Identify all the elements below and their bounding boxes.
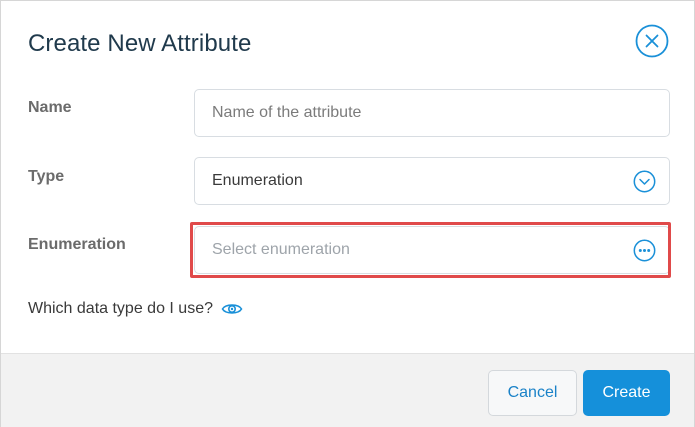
eye-icon[interactable] (221, 301, 243, 317)
name-field[interactable] (194, 89, 670, 137)
more-options-icon[interactable] (633, 239, 656, 262)
enumeration-field[interactable] (194, 226, 670, 274)
enumeration-label: Enumeration (28, 236, 126, 253)
dialog-header: Create New Attribute (1, 1, 694, 83)
close-icon (635, 24, 669, 58)
chevron-down-icon[interactable] (633, 170, 656, 193)
type-select[interactable]: Enumeration (194, 157, 670, 205)
type-label: Type (28, 168, 65, 185)
data-type-help[interactable]: Which data type do I use? (28, 300, 243, 318)
type-selected-value: Enumeration (212, 172, 303, 189)
cancel-button[interactable]: Cancel (488, 370, 577, 416)
enumeration-input[interactable] (212, 227, 632, 273)
close-button[interactable] (635, 24, 669, 58)
dialog-title: Create New Attribute (28, 30, 252, 57)
name-input[interactable] (212, 90, 632, 136)
dialog-footer: Cancel Create (1, 353, 694, 427)
help-text: Which data type do I use? (28, 300, 213, 317)
create-button[interactable]: Create (583, 370, 670, 416)
create-attribute-dialog: Create New Attribute Name Type Enumerati… (0, 0, 695, 427)
name-label: Name (28, 99, 72, 116)
